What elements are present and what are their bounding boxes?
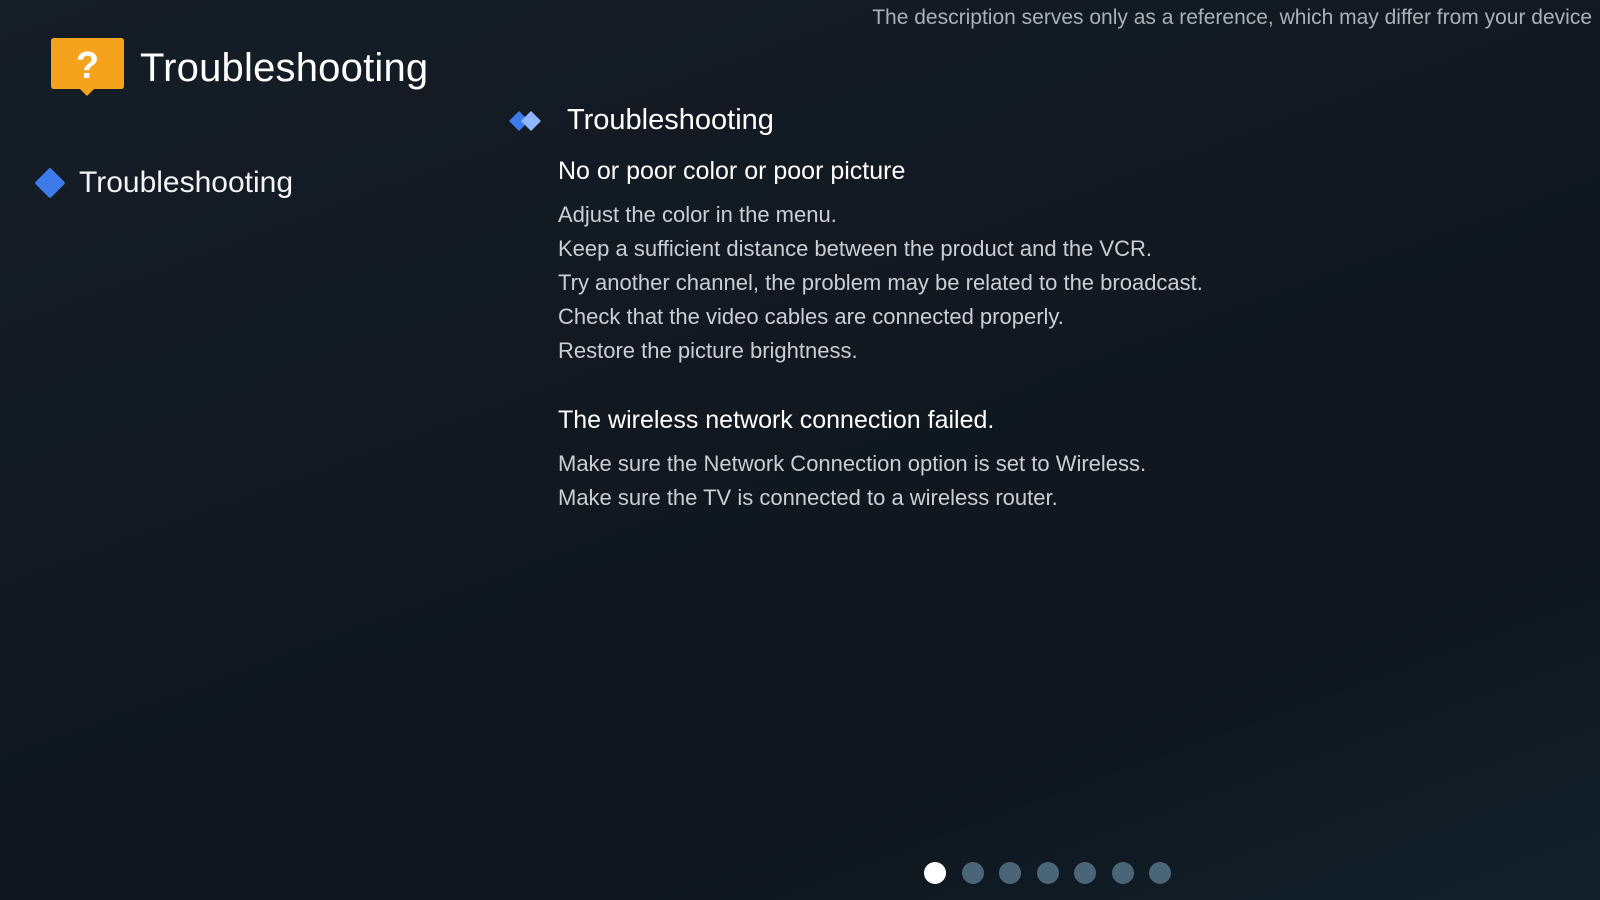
content-panel: Troubleshooting No or poor color or poor… — [508, 104, 1508, 553]
disclaimer-text: The description serves only as a referen… — [872, 6, 1592, 29]
section-header: Troubleshooting — [508, 104, 1508, 137]
topic-line: Keep a sufficient distance between the p… — [558, 236, 1152, 261]
page-dot-6[interactable] — [1111, 862, 1134, 884]
topic-poor-picture: No or poor color or poor picture Adjust … — [558, 157, 1508, 368]
topics-list: No or poor color or poor picture Adjust … — [558, 157, 1508, 515]
help-bubble-icon: ? — [50, 36, 125, 100]
page-indicator — [924, 862, 1187, 884]
page-dot-3[interactable] — [999, 862, 1021, 884]
topic-line: Try another channel, the problem may be … — [558, 270, 1203, 295]
topic-heading: The wireless network connection failed. — [558, 406, 995, 434]
topic-line: Adjust the color in the menu. — [558, 202, 837, 227]
topic-line: Check that the video cables are connecte… — [558, 304, 1064, 329]
left-nav: Troubleshooting — [34, 166, 293, 200]
page-title: Troubleshooting — [140, 45, 429, 90]
topic-wireless-failed: The wireless network connection failed. … — [558, 406, 1508, 515]
section-title: Troubleshooting — [567, 104, 774, 136]
topic-line: Make sure the TV is connected to a wirel… — [558, 485, 1058, 510]
nav-item-troubleshooting[interactable]: Troubleshooting — [34, 166, 293, 200]
page-dot-5[interactable] — [1074, 862, 1096, 884]
svg-text:?: ? — [76, 45, 99, 87]
page-header: ? Troubleshooting — [50, 36, 428, 100]
page-dot-2[interactable] — [961, 862, 984, 884]
diamond-bullet-icon — [34, 167, 66, 199]
topic-heading: No or poor color or poor picture — [558, 157, 906, 185]
topic-line: Make sure the Network Connection option … — [558, 451, 1147, 476]
topic-line: Restore the picture brightness. — [558, 338, 858, 363]
page-dot-4[interactable] — [1036, 862, 1059, 884]
nav-item-label: Troubleshooting — [79, 166, 294, 199]
double-diamond-icon — [509, 110, 541, 131]
page-dot-1[interactable] — [924, 862, 946, 884]
page-dot-7[interactable] — [1149, 862, 1171, 884]
